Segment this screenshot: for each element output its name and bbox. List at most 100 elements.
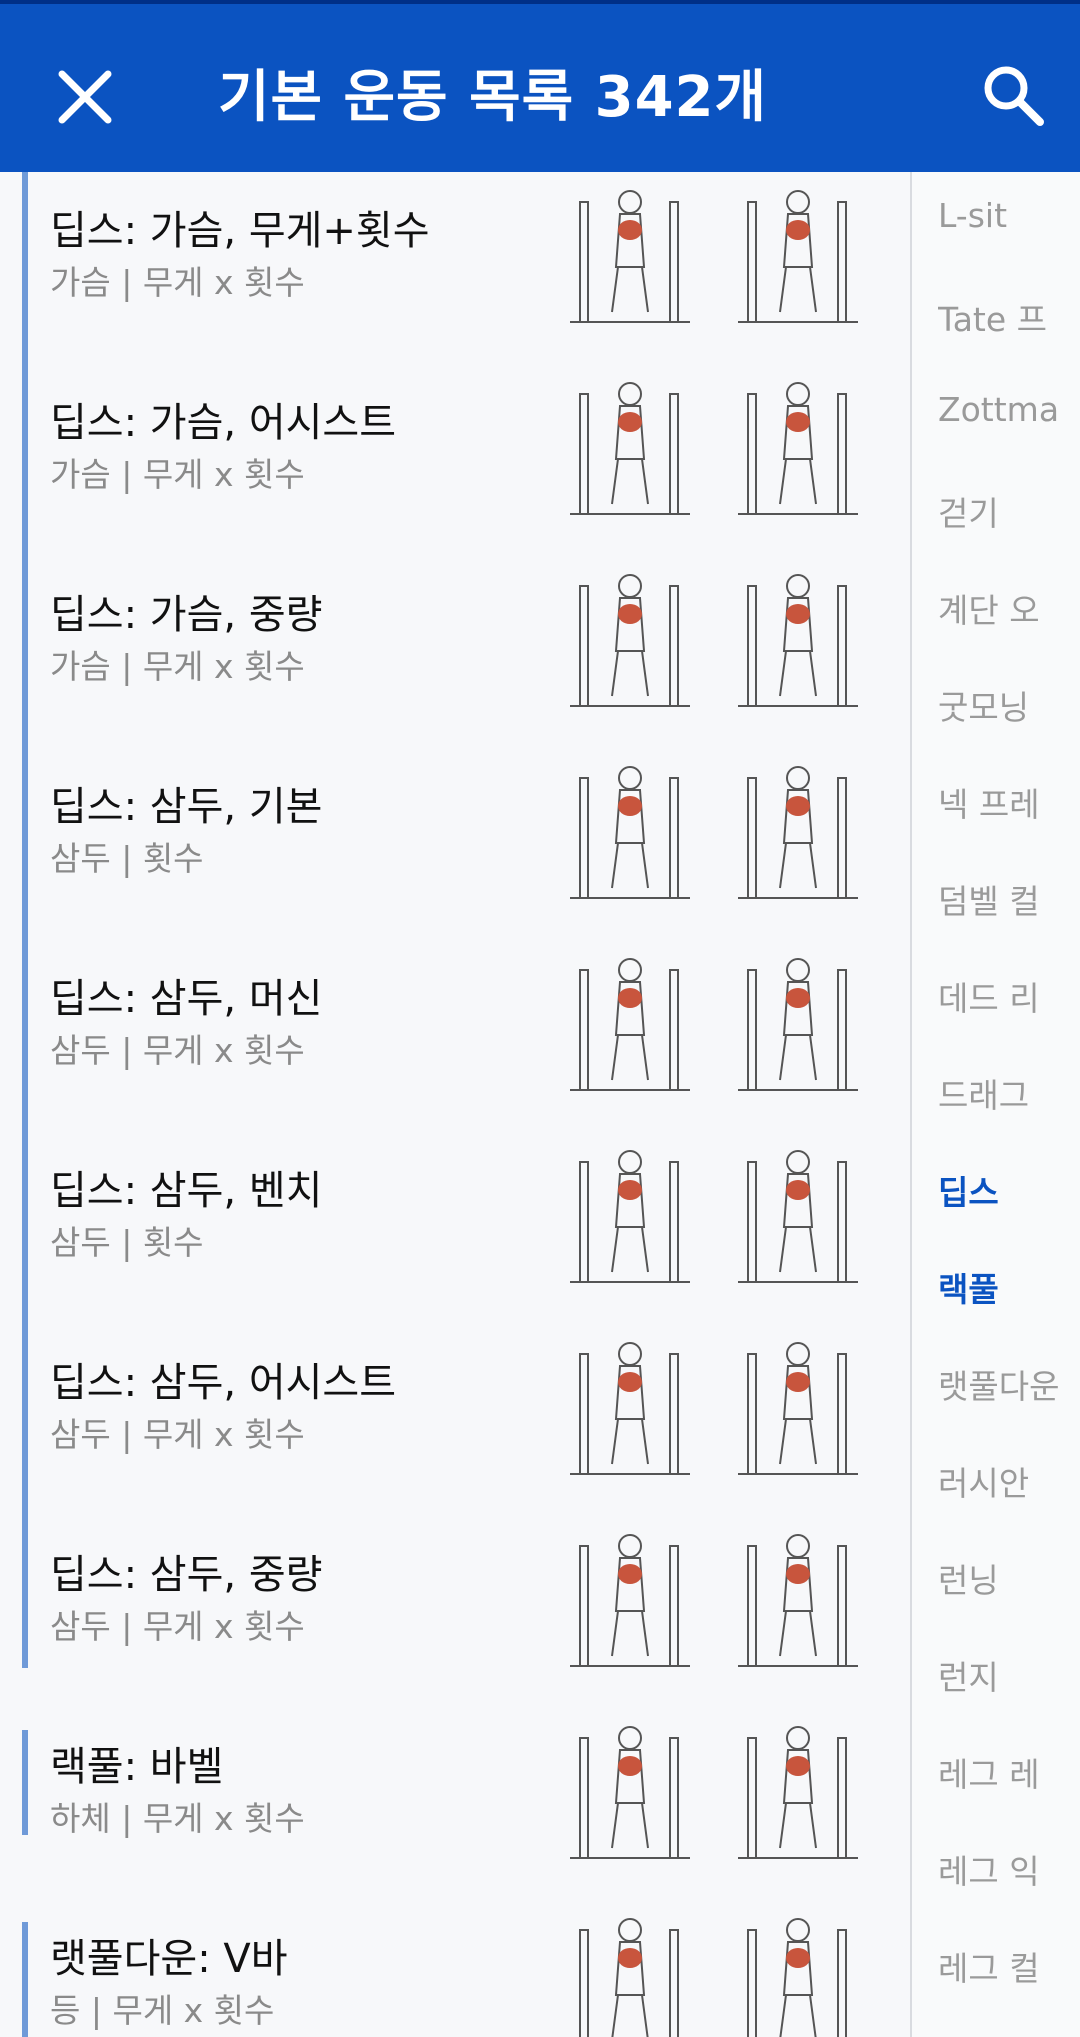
exercise-row[interactable]: 딥스: 가슴, 무게+횟수 가슴 | 무게 x 횟수 [0, 172, 910, 356]
exercise-row[interactable]: 딥스: 삼두, 어시스트 삼두 | 무게 x 횟수 [0, 1316, 910, 1508]
index-item[interactable]: 굿모닝 [938, 681, 1078, 741]
exercise-start-image [560, 1516, 700, 1692]
group-indicator [22, 1730, 28, 1835]
exercise-illustration [570, 574, 690, 707]
index-item-active[interactable]: 랙풀 [938, 1263, 1078, 1323]
exercise-illustration [738, 1726, 858, 1859]
exercise-row[interactable]: 랫풀다운: V바 등 | 무게 x 횟수 [0, 1892, 910, 2037]
exercise-name: 랫풀다운: V바 [50, 1936, 288, 1982]
close-button[interactable] [50, 62, 120, 132]
exercise-row[interactable]: 딥스: 삼두, 벤치 삼두 | 횟수 [0, 1124, 910, 1316]
group-indicator [22, 172, 28, 356]
index-item[interactable]: 드래그 [938, 1069, 1078, 1129]
index-item[interactable]: Zottma [938, 390, 1078, 450]
search-button[interactable] [978, 60, 1048, 130]
exercise-name: 딥스: 삼두, 어시스트 [50, 1360, 397, 1406]
exercise-row[interactable]: 딥스: 가슴, 중량 가슴 | 무게 x 횟수 [0, 548, 910, 740]
group-indicator [22, 740, 28, 932]
exercise-name: 딥스: 가슴, 중량 [50, 592, 323, 638]
exercise-illustration [579, 1918, 679, 2037]
close-icon [58, 70, 112, 124]
index-item[interactable]: 레그 레 [938, 1748, 1078, 1808]
index-item[interactable]: 레그 컬 [938, 1942, 1078, 2002]
exercise-illustration [570, 766, 690, 899]
exercise-row[interactable]: 딥스: 가슴, 어시스트 가슴 | 무게 x 횟수 [0, 356, 910, 548]
exercise-meta: 가슴 | 무게 x 횟수 [50, 455, 305, 494]
exercise-illustration [738, 190, 858, 323]
index-item[interactable]: 런지 [938, 1651, 1078, 1711]
alphabet-index[interactable]: L-sit Tate 프 Zottma 걷기 계단 오 굿모닝 넥 프레 덤벨 … [910, 172, 1080, 2037]
exercise-name: 랙풀: 바벨 [50, 1744, 224, 1790]
exercise-illustration [747, 1918, 847, 2037]
exercise-illustration [570, 190, 690, 323]
exercise-meta: 가슴 | 무게 x 횟수 [50, 647, 305, 686]
exercise-start-image [560, 1900, 700, 2037]
index-item-active[interactable]: 딥스 [938, 1166, 1078, 1226]
exercise-meta: 등 | 무게 x 횟수 [50, 1991, 275, 2030]
exercise-illustration [570, 1342, 690, 1475]
exercise-end-image [728, 364, 868, 540]
group-indicator [22, 1922, 28, 2037]
group-indicator [22, 1508, 28, 1668]
exercise-end-image [728, 748, 868, 924]
exercise-name: 딥스: 가슴, 어시스트 [50, 400, 397, 446]
exercise-start-image [560, 364, 700, 540]
group-indicator [22, 1124, 28, 1316]
exercise-end-image [728, 1324, 868, 1500]
exercise-illustration [738, 1150, 858, 1283]
app-bar: 기본 운동 목록 342개 [0, 0, 1080, 172]
index-item[interactable]: 데드 리 [938, 972, 1078, 1032]
exercise-name: 딥스: 삼두, 머신 [50, 976, 323, 1022]
group-indicator [22, 1316, 28, 1508]
exercise-row[interactable]: 딥스: 삼두, 기본 삼두 | 횟수 [0, 740, 910, 932]
index-item[interactable]: 넥 프레 [938, 778, 1078, 838]
exercise-end-image [728, 1132, 868, 1308]
exercise-start-image [560, 556, 700, 732]
exercise-meta: 하체 | 무게 x 횟수 [50, 1799, 305, 1838]
exercise-end-image [728, 1708, 868, 1884]
index-item[interactable]: 걷기 [938, 487, 1078, 547]
exercise-row[interactable]: 딥스: 삼두, 중량 삼두 | 무게 x 횟수 [0, 1508, 910, 1700]
exercise-meta: 가슴 | 무게 x 횟수 [50, 263, 305, 302]
index-item[interactable]: 런닝 [938, 1554, 1078, 1614]
exercise-start-image [560, 748, 700, 924]
exercise-meta: 삼두 | 횟수 [50, 1223, 204, 1262]
group-indicator [22, 548, 28, 740]
exercise-name: 딥스: 가슴, 무게+횟수 [50, 208, 430, 254]
exercise-illustration [738, 574, 858, 707]
page-title: 기본 운동 목록 342개 [218, 65, 768, 130]
exercise-list: 딥스: 가슴, 무게+횟수 가슴 | 무게 x 횟수 딥스: 가슴, 어시스트 … [0, 172, 910, 2037]
exercise-end-image [728, 556, 868, 732]
index-item[interactable]: 랫풀다운 [938, 1360, 1078, 1420]
exercise-start-image [560, 1324, 700, 1500]
exercise-end-image [728, 172, 868, 348]
exercise-row[interactable]: 랙풀: 바벨 하체 | 무게 x 횟수 [0, 1700, 910, 1892]
exercise-row[interactable]: 딥스: 삼두, 머신 삼두 | 무게 x 횟수 [0, 932, 910, 1124]
index-item[interactable]: 러시안 [938, 1457, 1078, 1517]
exercise-end-image [728, 940, 868, 1116]
index-item[interactable]: L-sit [938, 196, 1078, 256]
exercise-name: 딥스: 삼두, 기본 [50, 784, 323, 830]
exercise-illustration [570, 1534, 690, 1667]
exercise-name: 딥스: 삼두, 중량 [50, 1552, 323, 1598]
index-item[interactable]: 계단 오 [938, 584, 1078, 644]
exercise-meta: 삼두 | 횟수 [50, 839, 204, 878]
exercise-illustration [570, 1150, 690, 1283]
index-item[interactable]: 레그 익 [938, 1845, 1078, 1905]
exercise-end-image [728, 1900, 868, 2037]
exercise-meta: 삼두 | 무게 x 횟수 [50, 1607, 305, 1646]
exercise-illustration [570, 1726, 690, 1859]
exercise-illustration [738, 766, 858, 899]
index-item[interactable]: Tate 프 [938, 293, 1078, 353]
exercise-start-image [560, 1708, 700, 1884]
exercise-meta: 삼두 | 무게 x 횟수 [50, 1415, 305, 1454]
exercise-illustration [738, 1534, 858, 1667]
exercise-illustration [738, 1342, 858, 1475]
exercise-start-image [560, 172, 700, 348]
exercise-illustration [570, 382, 690, 515]
exercise-start-image [560, 940, 700, 1116]
search-icon [984, 66, 1044, 126]
exercise-name: 딥스: 삼두, 벤치 [50, 1168, 323, 1214]
index-item[interactable]: 덤벨 컬 [938, 875, 1078, 935]
exercise-meta: 삼두 | 무게 x 횟수 [50, 1031, 305, 1070]
